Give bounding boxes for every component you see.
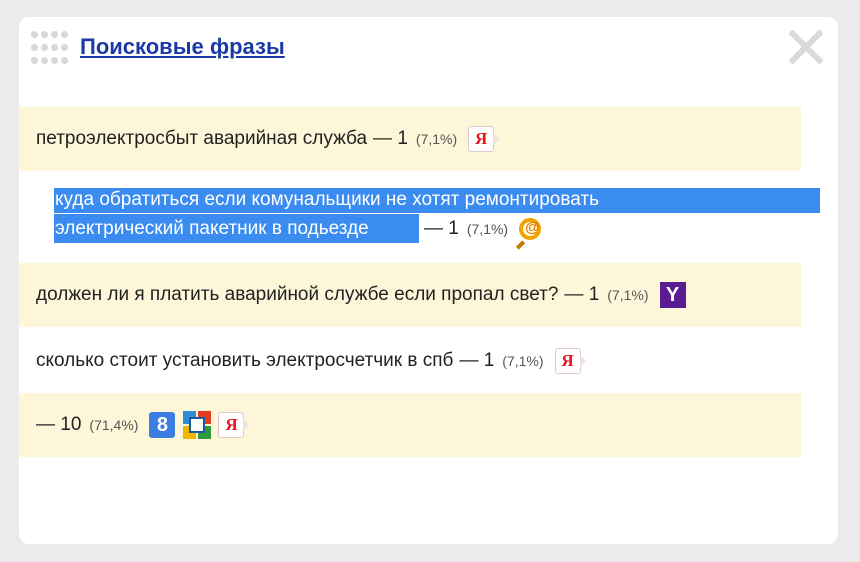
count-text: — 10 xyxy=(36,414,82,435)
count-text: — 1 xyxy=(564,284,600,305)
yandex-icon[interactable]: Я xyxy=(468,126,500,152)
percent-text: (7,1%) xyxy=(415,131,458,147)
count-text: — 1 xyxy=(424,218,459,239)
percent-text: (71,4%) xyxy=(89,417,139,433)
phrase-text[interactable]: сколько стоит установить электросчетчик … xyxy=(36,350,453,372)
search-engine-icon[interactable] xyxy=(183,411,212,439)
google-icon[interactable]: 8 xyxy=(149,412,176,438)
percent-text: (7,1%) xyxy=(607,287,649,303)
drag-handle-icon[interactable] xyxy=(31,31,68,67)
list-item: петроэлектросбыт аварийная служба — 1 (7… xyxy=(19,107,801,171)
list-item: сколько стоит установить электросчетчик … xyxy=(19,329,801,393)
yandex-icon[interactable]: Я xyxy=(218,412,250,438)
percent-text: (7,1%) xyxy=(466,221,509,237)
phrase-meta: — 1 (7,1%) xyxy=(424,218,542,250)
percent-text: (7,1%) xyxy=(502,353,544,369)
count-text: — 1 xyxy=(459,350,495,371)
phrase-text[interactable]: должен ли я платить аварийной службе есл… xyxy=(36,284,558,306)
close-icon[interactable] xyxy=(786,27,826,67)
list-item: куда обратиться если комунальщики не хот… xyxy=(38,188,820,250)
yandex-icon[interactable]: Я xyxy=(554,348,586,374)
count-text: — 1 xyxy=(373,128,408,149)
phrase-text-line2[interactable]: электрический пакетник в подьезде xyxy=(55,218,369,240)
yahoo-icon[interactable]: Y xyxy=(659,282,686,308)
mail-search-icon[interactable] xyxy=(515,218,542,250)
list-item: должен ли я платить аварийной службе есл… xyxy=(19,263,801,327)
panel-title-link[interactable]: Поисковые фразы xyxy=(80,34,285,60)
phrase-text[interactable]: петроэлектросбыт аварийная служба xyxy=(36,128,367,150)
phrase-text-line1[interactable]: куда обратиться если комунальщики не хот… xyxy=(55,189,599,211)
list-item: — 10 (71,4%) 8 Я xyxy=(19,393,801,457)
